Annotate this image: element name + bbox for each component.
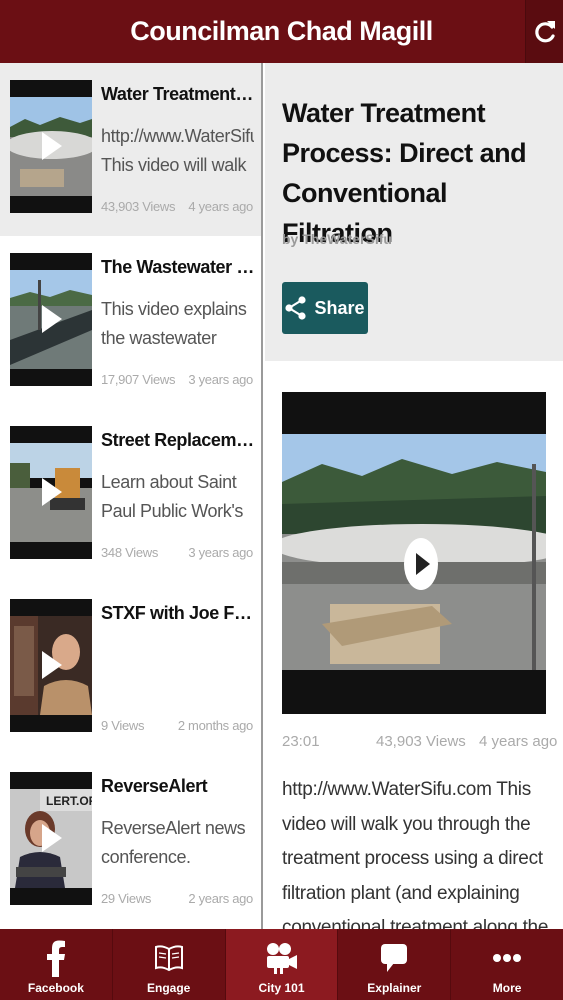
speech-bubble-icon — [381, 944, 408, 972]
play-icon — [42, 478, 62, 506]
video-description: http://www.WaterSifu.com This video will… — [101, 126, 254, 175]
video-player[interactable] — [282, 392, 546, 714]
tab-city-101[interactable]: City 101 — [225, 929, 339, 1000]
tab-label: More — [492, 981, 522, 995]
detail-author: by TheWaterSifu — [282, 231, 392, 247]
video-views: 43,903 Views — [101, 199, 176, 214]
share-label: Share — [314, 297, 365, 318]
svg-text:LERT.OR: LERT.OR — [46, 794, 92, 808]
video-views: 29 Views — [101, 891, 152, 906]
app-header: Councilman Chad Magill — [0, 0, 563, 63]
video-thumbnail: LERT.OR — [10, 772, 92, 905]
video-description — [101, 641, 254, 699]
video-list[interactable]: Water Treatment Pro... http://www.WaterS… — [0, 63, 263, 929]
video-views: 17,907 Views — [101, 372, 176, 387]
video-thumbnail — [10, 253, 92, 386]
video-title: STXF with Joe Flore... — [101, 603, 255, 623]
video-age: 2 months ago — [177, 718, 253, 733]
video-detail: Water Treatment Process: Direct and Conv… — [265, 63, 563, 929]
play-icon[interactable] — [403, 537, 439, 591]
video-age: 4 years ago — [188, 199, 253, 214]
share-icon — [285, 296, 307, 320]
video-list-item[interactable]: STXF with Joe Flore... 9 Views 2 months … — [0, 582, 261, 755]
video-list-item[interactable]: Water Treatment Pro... http://www.WaterS… — [0, 63, 261, 236]
video-age: 3 years ago — [188, 372, 253, 387]
detail-header: Water Treatment Process: Direct and Conv… — [265, 63, 563, 361]
video-title: The Wastewater Tre... — [101, 257, 255, 277]
book-icon — [154, 945, 183, 972]
tab-engage[interactable]: Engage — [113, 929, 226, 1000]
video-title: Water Treatment Pro... — [101, 84, 255, 104]
bottom-tab-bar: Facebook Engage City 101 Explainer More — [0, 929, 563, 1000]
tab-label: Explainer — [367, 981, 422, 995]
video-views: 43,903 Views — [376, 733, 466, 750]
tab-more[interactable]: More — [451, 929, 563, 1000]
detail-description: http://www.WaterSifu.com This video will… — [282, 779, 549, 929]
play-icon — [42, 824, 62, 852]
video-title: ReverseAlert — [101, 776, 208, 796]
video-camera-icon — [267, 943, 298, 974]
video-list-item[interactable]: LERT.OR ReverseAlert ReverseAlert news c… — [0, 755, 261, 928]
app-title: Councilman Chad Magill — [130, 16, 433, 46]
video-age: 4 years ago — [479, 733, 558, 750]
play-icon — [42, 132, 62, 160]
video-duration: 23:01 — [282, 733, 320, 750]
video-thumbnail — [10, 426, 92, 559]
video-thumbnail — [10, 599, 92, 732]
video-age: 2 years ago — [188, 891, 253, 906]
play-icon — [42, 305, 62, 333]
video-list-item[interactable]: Street Replacement ... Learn about Saint… — [0, 409, 261, 582]
refresh-button[interactable] — [525, 0, 563, 63]
refresh-icon — [534, 20, 555, 42]
video-description: ReverseAlert news conference. — [101, 818, 246, 867]
video-views: 348 Views — [101, 545, 159, 560]
video-description: This video explains the wastewater treat… — [101, 299, 247, 348]
tab-label: Facebook — [27, 981, 84, 995]
detail-title: Water Treatment Process: Direct and Conv… — [282, 98, 527, 248]
tab-explainer[interactable]: Explainer — [338, 929, 452, 1000]
facebook-icon — [46, 940, 65, 977]
video-description: Learn about Saint Paul Public Work's — [101, 472, 243, 521]
tab-label: Engage — [147, 981, 191, 995]
tab-facebook[interactable]: Facebook — [0, 929, 113, 1000]
share-button[interactable]: Share — [282, 282, 368, 334]
play-icon — [42, 651, 62, 679]
video-list-item[interactable]: The Wastewater Tre... This video explain… — [0, 236, 261, 409]
video-title: Street Replacement ... — [101, 430, 255, 450]
more-dots-icon — [493, 954, 522, 962]
video-age: 3 years ago — [188, 545, 253, 560]
video-thumbnail — [10, 80, 92, 213]
video-views: 9 Views — [101, 718, 145, 733]
tab-label: City 101 — [258, 981, 305, 995]
